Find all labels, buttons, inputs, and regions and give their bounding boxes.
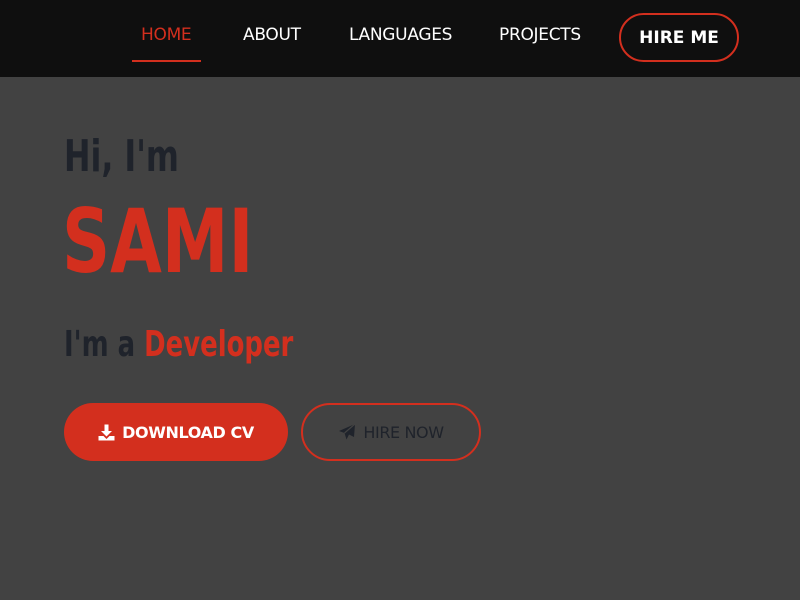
hero-role-word: Developer (144, 324, 294, 365)
hero-role: I'm a Developer (64, 324, 293, 365)
hire-me-button[interactable]: HIRE ME (619, 13, 739, 62)
nav-link-home[interactable]: HOME (141, 25, 192, 45)
hire-now-label: HIRE NOW (363, 422, 444, 442)
paper-plane-icon (338, 423, 356, 441)
download-icon (98, 424, 115, 441)
navbar: HOME ABOUT LANGUAGES PROJECTS HIRE ME (0, 0, 800, 77)
hero-role-prefix: I'm a (64, 324, 136, 365)
nav-link-projects[interactable]: PROJECTS (499, 25, 581, 45)
nav-active-underline (132, 60, 201, 62)
hero-greeting: Hi, I'm (64, 131, 179, 182)
hero-name: SAMI (62, 190, 254, 293)
hire-now-button[interactable]: HIRE NOW (301, 403, 481, 461)
nav-link-about[interactable]: ABOUT (243, 25, 301, 45)
download-cv-label: DOWNLOAD CV (122, 422, 254, 442)
nav-link-languages[interactable]: LANGUAGES (349, 25, 452, 45)
download-cv-button[interactable]: DOWNLOAD CV (64, 403, 288, 461)
